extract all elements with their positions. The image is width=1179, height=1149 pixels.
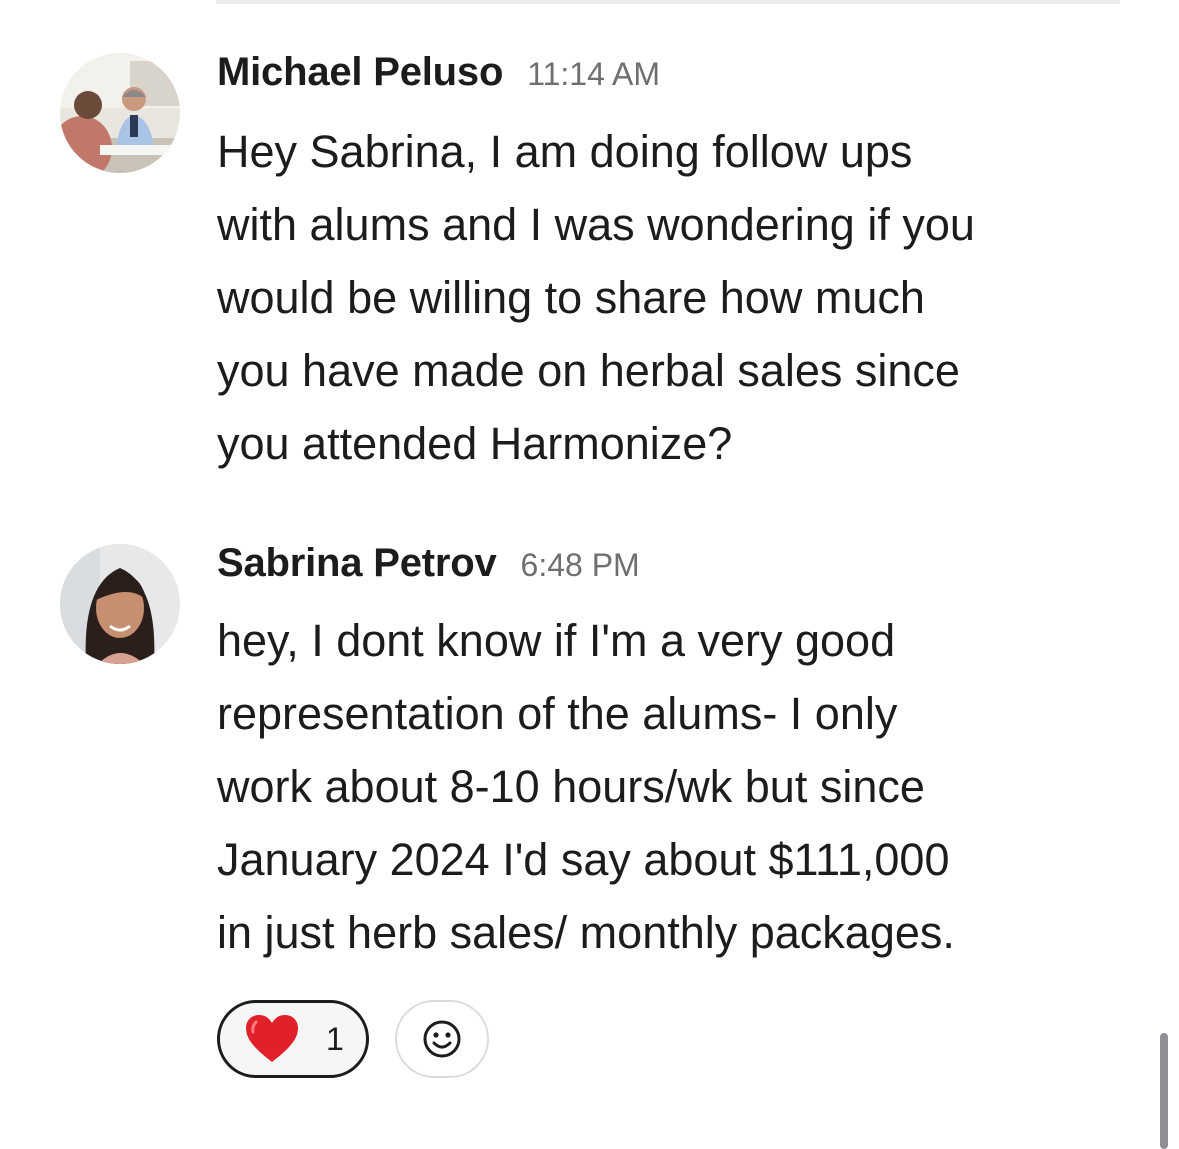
- avatar-michael[interactable]: [60, 53, 180, 173]
- reactions-bar: 1: [217, 1000, 489, 1078]
- scrollbar-thumb[interactable]: [1160, 1033, 1168, 1149]
- message-line: you have made on herbal sales since: [217, 345, 960, 396]
- message-timestamp[interactable]: 6:48 PM: [521, 547, 640, 584]
- reaction-count: 1: [326, 1020, 344, 1057]
- top-divider: [216, 0, 1120, 4]
- avatar-sabrina-photo: [60, 544, 180, 664]
- message-line: Hey Sabrina, I am doing follow ups: [217, 126, 913, 177]
- author-name[interactable]: Sabrina Petrov: [217, 541, 497, 586]
- heart-icon: [246, 1015, 298, 1062]
- add-reaction-button[interactable]: [395, 1000, 489, 1078]
- avatar-sabrina[interactable]: [60, 544, 180, 664]
- author-name[interactable]: Michael Peluso: [217, 50, 503, 95]
- message-text: Hey Sabrina, I am doing follow ups with …: [217, 115, 1117, 480]
- heart-reaction-button[interactable]: 1: [217, 1000, 369, 1078]
- message-line: in just herb sales/ monthly packages.: [217, 907, 955, 958]
- message-line: January 2024 I'd say about $111,000: [217, 834, 950, 885]
- message-line: would be willing to share how much: [217, 272, 925, 323]
- message-line: you attended Harmonize?: [217, 418, 733, 469]
- message-timestamp[interactable]: 11:14 AM: [527, 56, 660, 93]
- message-line: representation of the alums- I only: [217, 688, 898, 739]
- message-line: with alums and I was wondering if you: [217, 199, 975, 250]
- avatar-michael-photo: [60, 53, 180, 173]
- message-line: work about 8-10 hours/wk but since: [217, 761, 925, 812]
- smiley-icon: [423, 1020, 461, 1058]
- message-text: hey, I dont know if I'm a very good repr…: [217, 604, 1117, 969]
- message-line: hey, I dont know if I'm a very good: [217, 615, 896, 666]
